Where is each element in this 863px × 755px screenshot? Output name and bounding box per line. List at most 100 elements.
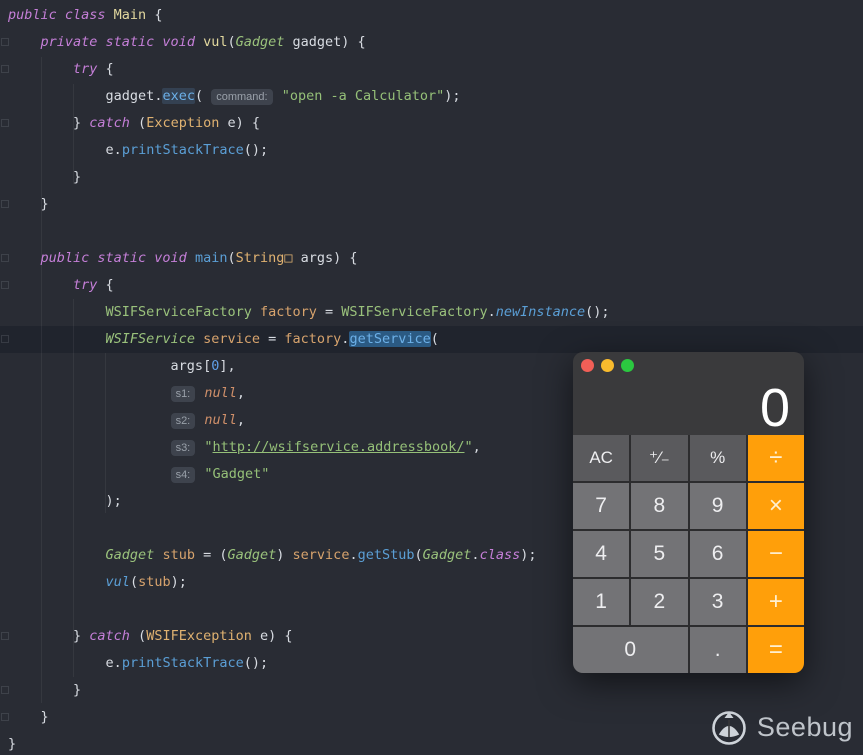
code-token: ); bbox=[444, 88, 461, 104]
calc-key-3[interactable]: 3 bbox=[689, 579, 746, 625]
code-line: try { bbox=[8, 56, 863, 83]
code-token: stub bbox=[162, 547, 195, 563]
code-token: factory bbox=[260, 304, 317, 320]
calculator-keypad: AC ⁺⁄₋% ÷ 7 8 9 × 4 5 6− 1 2 3 +0. = bbox=[573, 435, 804, 673]
code-token: . bbox=[113, 655, 122, 671]
code-token: Main bbox=[113, 7, 147, 23]
code-token: public static void bbox=[40, 250, 195, 266]
code-token: printStackTrace bbox=[121, 655, 244, 671]
code-token: " bbox=[464, 439, 473, 455]
code-token: catch bbox=[89, 115, 130, 131]
calc-key-=[interactable]: = bbox=[747, 627, 804, 673]
calc-key-+[interactable]: + bbox=[747, 579, 804, 625]
parameter-hint-chip: s4: bbox=[170, 467, 196, 483]
code-token: getStub bbox=[357, 547, 415, 563]
calc-key-7[interactable]: 7 bbox=[573, 483, 630, 529]
code-token: try bbox=[73, 277, 98, 293]
calc-key-⁺⁄₋[interactable]: ⁺⁄₋ bbox=[631, 435, 688, 481]
calc-key-×[interactable]: × bbox=[747, 483, 804, 529]
calculator-titlebar[interactable]: 0 bbox=[573, 352, 804, 435]
close-button[interactable] bbox=[581, 359, 594, 372]
code-token: Gadget bbox=[105, 547, 155, 563]
parameter-hint-chip: s2: bbox=[170, 413, 196, 429]
code-token: ); bbox=[8, 493, 122, 509]
code-token: e) { bbox=[219, 115, 260, 131]
code-token: "Gadget" bbox=[204, 466, 270, 482]
code-token: "open -a Calculator" bbox=[281, 88, 445, 104]
calc-key-5[interactable]: 5 bbox=[631, 531, 688, 577]
code-token: (); bbox=[243, 142, 269, 158]
calc-key-−[interactable]: − bbox=[747, 531, 804, 577]
code-token: ], bbox=[219, 358, 236, 374]
code-token: Gadget bbox=[227, 547, 277, 563]
code-token: printStackTrace bbox=[121, 142, 244, 158]
zoom-button[interactable] bbox=[621, 359, 634, 372]
calc-key-1[interactable]: 1 bbox=[573, 579, 630, 625]
code-token: class bbox=[479, 547, 521, 563]
code-line: } bbox=[8, 677, 863, 704]
hyperlink-string[interactable]: http://wsifservice.addressbook/ bbox=[213, 439, 465, 455]
code-line: public class Main { bbox=[8, 2, 863, 29]
calc-key-4[interactable]: 4 bbox=[573, 531, 630, 577]
code-line: WSIFService service = factory.getService… bbox=[8, 326, 863, 353]
calc-key-9[interactable]: 9 bbox=[689, 483, 746, 529]
code-line: e.printStackTrace(); bbox=[8, 137, 863, 164]
parameter-hint-chip: command: bbox=[211, 89, 273, 105]
calc-key-÷[interactable]: ÷ bbox=[747, 435, 804, 481]
code-token: } bbox=[8, 169, 82, 185]
window-controls bbox=[581, 359, 634, 372]
calc-key-2[interactable]: 2 bbox=[631, 579, 688, 625]
code-token: ); bbox=[170, 574, 187, 590]
calc-key-.[interactable]: . bbox=[689, 627, 746, 673]
code-line: private static void vul(Gadget gadget) { bbox=[8, 29, 863, 56]
code-line: } catch (Exception e) { bbox=[8, 110, 863, 137]
code-token: Exception bbox=[146, 115, 220, 131]
code-token: e bbox=[8, 142, 114, 158]
calc-key-8[interactable]: 8 bbox=[631, 483, 688, 529]
code-token: ( bbox=[129, 574, 139, 590]
code-token: null bbox=[204, 412, 237, 428]
code-token: gadget) { bbox=[284, 34, 366, 50]
calculator-display: 0 bbox=[759, 378, 791, 438]
ide-screen: public class Main { private static void … bbox=[0, 0, 863, 755]
code-token: } bbox=[8, 736, 17, 752]
code-token: newInstance bbox=[495, 304, 586, 320]
code-token: ( bbox=[414, 547, 423, 563]
code-token: = ( bbox=[194, 547, 228, 563]
code-token: String□ bbox=[235, 250, 293, 266]
code-token: = bbox=[316, 304, 342, 320]
code-token: WSIFServiceFactory bbox=[341, 304, 488, 320]
code-token: ( bbox=[227, 34, 236, 50]
parameter-hint-chip: s1: bbox=[170, 386, 196, 402]
calc-key-%[interactable]: % bbox=[689, 435, 746, 481]
code-token: } bbox=[8, 709, 49, 725]
minimize-button[interactable] bbox=[601, 359, 614, 372]
code-token: , bbox=[236, 385, 246, 401]
calc-key-AC[interactable]: AC bbox=[573, 435, 630, 481]
code-token: ( bbox=[430, 331, 439, 347]
code-token: } bbox=[8, 628, 90, 644]
code-token: catch bbox=[89, 628, 130, 644]
code-token: . bbox=[487, 304, 496, 320]
calc-key-0[interactable]: 0 bbox=[573, 627, 688, 673]
code-token: WSIFServiceFactory bbox=[105, 304, 252, 320]
code-line: } bbox=[8, 164, 863, 191]
code-token: e) { bbox=[251, 628, 293, 644]
code-token: { bbox=[146, 7, 163, 23]
code-token: try bbox=[73, 61, 98, 77]
code-token: null bbox=[204, 385, 237, 401]
watermark: Seebug bbox=[709, 707, 853, 747]
code-token: ( bbox=[129, 628, 147, 644]
calc-key-6[interactable]: 6 bbox=[689, 531, 746, 577]
code-token: { bbox=[97, 277, 114, 293]
code-token: WSIFException bbox=[146, 628, 252, 644]
parameter-hint-chip: s3: bbox=[170, 440, 196, 456]
